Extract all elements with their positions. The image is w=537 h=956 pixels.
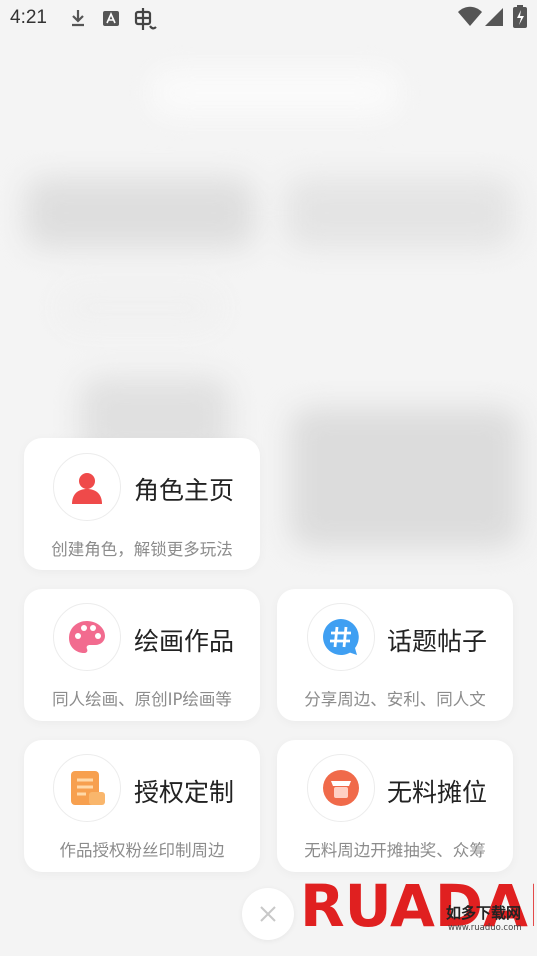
app-a-icon [103, 11, 119, 26]
card-title: 角色主页 [134, 476, 235, 505]
card-desc: 同人绘画、原创IP绘画等 [52, 690, 232, 709]
card-icon-circle [53, 603, 121, 671]
person-icon [72, 473, 102, 504]
close-icon [260, 906, 276, 922]
watermark-url: www.ruaduo.com [448, 923, 522, 933]
card-icon-circle [307, 603, 375, 671]
bug-icon [134, 8, 157, 30]
card-icon-circle [53, 453, 121, 521]
card-icon-circle [307, 754, 375, 822]
card-icon-circle [53, 754, 121, 822]
card-title: 话题帖子 [387, 627, 488, 656]
card-license-custom[interactable]: 授权定制 作品授权粉丝印制周边 [24, 740, 260, 872]
wifi-icon [458, 6, 482, 26]
card-free-stall[interactable]: 无料摊位 无料周边开摊抽奖、众筹 [277, 740, 513, 872]
card-title: 绘画作品 [134, 627, 235, 656]
status-bar: 4:21 [0, 0, 537, 38]
stall-icon [323, 770, 359, 806]
card-desc: 分享周边、安利、同人文 [304, 690, 486, 709]
card-topic-posts[interactable]: 话题帖子 分享周边、安利、同人文 [277, 589, 513, 721]
card-drawing-works[interactable]: 绘画作品 同人绘画、原创IP绘画等 [24, 589, 260, 721]
card-title: 无料摊位 [387, 778, 488, 807]
watermark-logo: RUADADO 如多下载网 www.ruaduo.com [298, 860, 537, 956]
card-title: 授权定制 [134, 778, 235, 807]
card-desc: 作品授权粉丝印制周边 [59, 841, 225, 860]
battery-icon [513, 5, 527, 28]
card-role-homepage[interactable]: 角色主页 创建角色，解锁更多玩法 [24, 438, 260, 570]
palette-icon [69, 621, 105, 653]
status-time: 4:21 [10, 7, 47, 28]
signal-icon [485, 8, 503, 26]
watermark-site: 如多下载网 [446, 904, 521, 922]
close-button[interactable] [242, 888, 294, 940]
download-icon [72, 10, 84, 27]
card-desc: 无料周边开摊抽奖、众筹 [304, 841, 486, 860]
card-desc: 创建角色，解锁更多玩法 [51, 540, 233, 559]
hashtag-icon [323, 619, 359, 655]
document-icon [71, 771, 105, 805]
